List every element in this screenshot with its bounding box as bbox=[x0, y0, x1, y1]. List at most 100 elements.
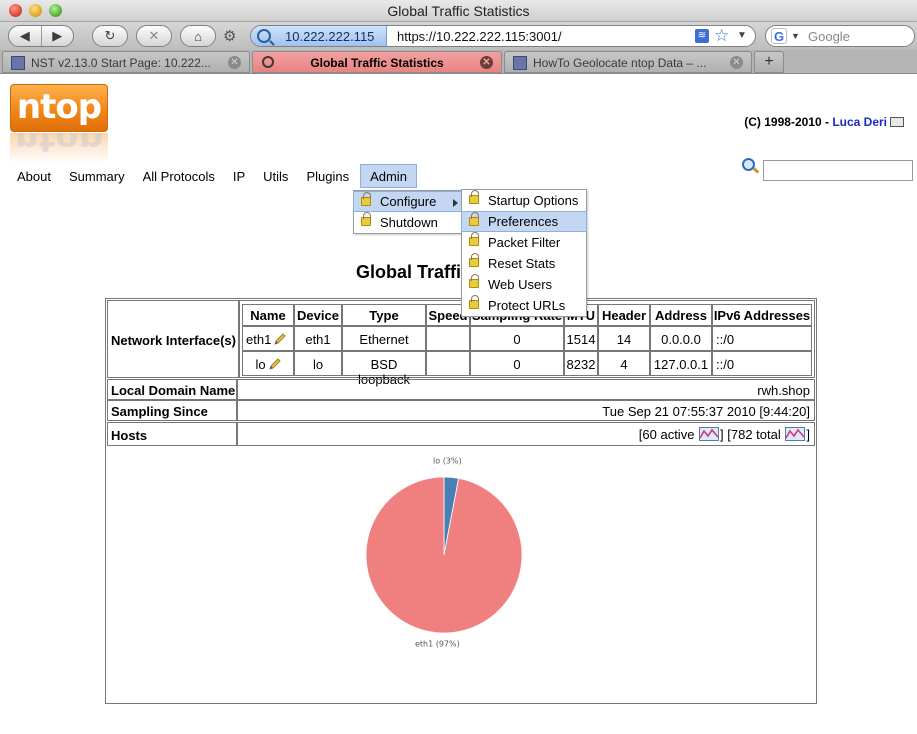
admin-dropdown: Configure Shutdown bbox=[353, 190, 463, 234]
gear-icon[interactable]: ⚙ bbox=[223, 29, 239, 45]
tab-strip: NST v2.13.0 Start Page: 10.222... ✕ Glob… bbox=[0, 50, 917, 74]
table-cell-header: 4 bbox=[598, 351, 650, 376]
interface-name[interactable]: eth1 bbox=[246, 332, 271, 347]
new-tab-button[interactable]: + bbox=[754, 51, 784, 73]
table-cell-mtu: 1514 bbox=[564, 326, 598, 351]
col-device: Device bbox=[294, 304, 342, 326]
menu-item-reset-stats[interactable]: Reset Stats bbox=[462, 253, 586, 274]
page-icon bbox=[11, 56, 25, 70]
menu-item-shutdown[interactable]: Shutdown bbox=[354, 212, 462, 233]
menu-item-startup-options[interactable]: Startup Options bbox=[462, 190, 586, 211]
mail-icon[interactable] bbox=[890, 117, 904, 127]
menu-item-web-users[interactable]: Web Users bbox=[462, 274, 586, 295]
search-engine-box[interactable]: G ▼ Google bbox=[765, 25, 915, 47]
hosts-active[interactable]: [60 active bbox=[639, 427, 698, 442]
menu-all-protocols[interactable]: All Protocols bbox=[134, 164, 224, 188]
tab-label: HowTo Geolocate ntop Data – ... bbox=[533, 56, 707, 70]
menu-item-preferences[interactable]: Preferences bbox=[461, 211, 587, 232]
stop-button[interactable]: ✕ bbox=[136, 25, 172, 47]
window-titlebar: Global Traffic Statistics bbox=[0, 0, 917, 22]
configure-submenu: Startup Options Preferences Packet Filte… bbox=[461, 189, 587, 317]
reload-button[interactable]: ↻ bbox=[92, 25, 128, 47]
google-icon[interactable]: G bbox=[771, 28, 787, 44]
menu-summary[interactable]: Summary bbox=[60, 164, 134, 188]
site-identity-label: 10.222.222.115 bbox=[285, 28, 375, 44]
sampling-since-label: Sampling Since bbox=[107, 400, 237, 421]
rss-icon[interactable]: ≋ bbox=[695, 29, 709, 43]
page-title: Global Traffic Statistics bbox=[356, 262, 460, 282]
pie-slice bbox=[365, 476, 523, 634]
close-icon[interactable]: ✕ bbox=[480, 56, 493, 69]
table-cell-type: Ethernet bbox=[342, 326, 426, 351]
menu-item-label: Configure bbox=[380, 194, 437, 209]
col-name: Name bbox=[242, 304, 294, 326]
menu-item-packet-filter[interactable]: Packet Filter bbox=[462, 232, 586, 253]
table-cell-ipv6: ::/0 bbox=[712, 351, 812, 376]
page-search-input[interactable] bbox=[763, 160, 913, 181]
traffic-pie-chart: lo (3%) eth1 (97%) bbox=[365, 456, 523, 649]
main-menu: About Summary All Protocols IP Utils Plu… bbox=[8, 164, 417, 188]
table-cell-type: BSD loopback bbox=[342, 351, 426, 387]
hosts-label: Hosts bbox=[107, 422, 237, 446]
tab-global-traffic[interactable]: Global Traffic Statistics ✕ bbox=[252, 51, 502, 73]
chart-icon[interactable] bbox=[699, 427, 720, 441]
lock-icon bbox=[469, 253, 479, 267]
menu-item-label: Reset Stats bbox=[488, 256, 556, 271]
network-interfaces-label: Network Interface(s) bbox=[107, 300, 239, 378]
tab-nst-start[interactable]: NST v2.13.0 Start Page: 10.222... ✕ bbox=[2, 51, 250, 73]
stats-table: Network Interface(s) Name Device Type Sp… bbox=[105, 298, 817, 704]
chevron-down-icon[interactable]: ▼ bbox=[737, 27, 747, 45]
pencil-icon[interactable] bbox=[268, 358, 281, 370]
table-cell-sampling: 0 bbox=[470, 351, 564, 376]
menu-ip[interactable]: IP bbox=[224, 164, 254, 188]
pie-label: eth1 (97%) bbox=[415, 640, 460, 649]
back-button[interactable]: ◀ bbox=[9, 28, 41, 44]
close-icon[interactable]: ✕ bbox=[228, 56, 241, 69]
hosts-value: [60 active ] [782 total ] bbox=[237, 422, 815, 446]
table-row-name[interactable]: eth1 bbox=[242, 326, 294, 351]
pencil-icon[interactable] bbox=[274, 333, 286, 345]
hosts-total[interactable]: ] [782 total bbox=[720, 427, 784, 442]
chart-icon[interactable] bbox=[785, 427, 806, 441]
close-icon[interactable]: ✕ bbox=[730, 56, 743, 69]
copyright: (C) 1998-2010 - Luca Deri bbox=[744, 115, 904, 129]
menu-admin[interactable]: Admin bbox=[360, 164, 417, 188]
browser-toolbar: ◀ ▶ ↻ ✕ ⌂ ⚙ 10.222.222.115 https://10.22… bbox=[0, 22, 917, 50]
tab-label: NST v2.13.0 Start Page: 10.222... bbox=[31, 56, 211, 70]
table-cell-speed bbox=[426, 351, 470, 376]
menu-item-label: Preferences bbox=[488, 214, 559, 229]
url-text[interactable]: https://10.222.222.115:3001/ bbox=[397, 29, 562, 44]
search-input[interactable]: Google bbox=[808, 29, 850, 44]
table-row-name[interactable]: lo bbox=[242, 351, 294, 376]
menu-utils[interactable]: Utils bbox=[254, 164, 297, 188]
col-ipv6: IPv6 Addresses bbox=[712, 304, 812, 326]
table-cell-header: 14 bbox=[598, 326, 650, 351]
col-type: Type bbox=[342, 304, 426, 326]
menu-plugins[interactable]: Plugins bbox=[297, 164, 358, 188]
chevron-right-icon bbox=[453, 199, 458, 207]
page-icon bbox=[513, 56, 527, 70]
site-identity-button[interactable]: 10.222.222.115 bbox=[251, 26, 387, 46]
search-icon bbox=[742, 158, 755, 171]
search-icon bbox=[262, 56, 274, 68]
menu-item-label: Web Users bbox=[488, 277, 553, 292]
bookmark-star-icon[interactable]: ☆ bbox=[714, 26, 729, 46]
tab-geolocate[interactable]: HowTo Geolocate ntop Data – ... ✕ bbox=[504, 51, 752, 73]
sampling-since-value: Tue Sep 21 07:55:37 2010 [9:44:20] bbox=[237, 400, 815, 421]
col-address: Address bbox=[650, 304, 712, 326]
home-button[interactable]: ⌂ bbox=[180, 25, 216, 47]
tab-label: Global Traffic Statistics bbox=[310, 56, 444, 70]
interface-name[interactable]: lo bbox=[255, 357, 265, 372]
forward-button[interactable]: ▶ bbox=[42, 28, 74, 44]
menu-about[interactable]: About bbox=[8, 164, 60, 188]
menu-item-configure[interactable]: Configure bbox=[353, 191, 463, 212]
copyright-text: (C) 1998-2010 - bbox=[744, 115, 833, 129]
lock-icon bbox=[469, 232, 479, 246]
menu-item-protect-urls[interactable]: Protect URLs bbox=[462, 295, 586, 316]
table-cell-address: 0.0.0.0 bbox=[650, 326, 712, 351]
ntop-logo[interactable]: ntop bbox=[10, 84, 108, 132]
author-link[interactable]: Luca Deri bbox=[832, 115, 887, 129]
menu-item-label: Shutdown bbox=[380, 215, 438, 230]
chevron-down-icon[interactable]: ▼ bbox=[791, 28, 800, 44]
address-bar[interactable]: 10.222.222.115 https://10.222.222.115:30… bbox=[250, 25, 756, 47]
